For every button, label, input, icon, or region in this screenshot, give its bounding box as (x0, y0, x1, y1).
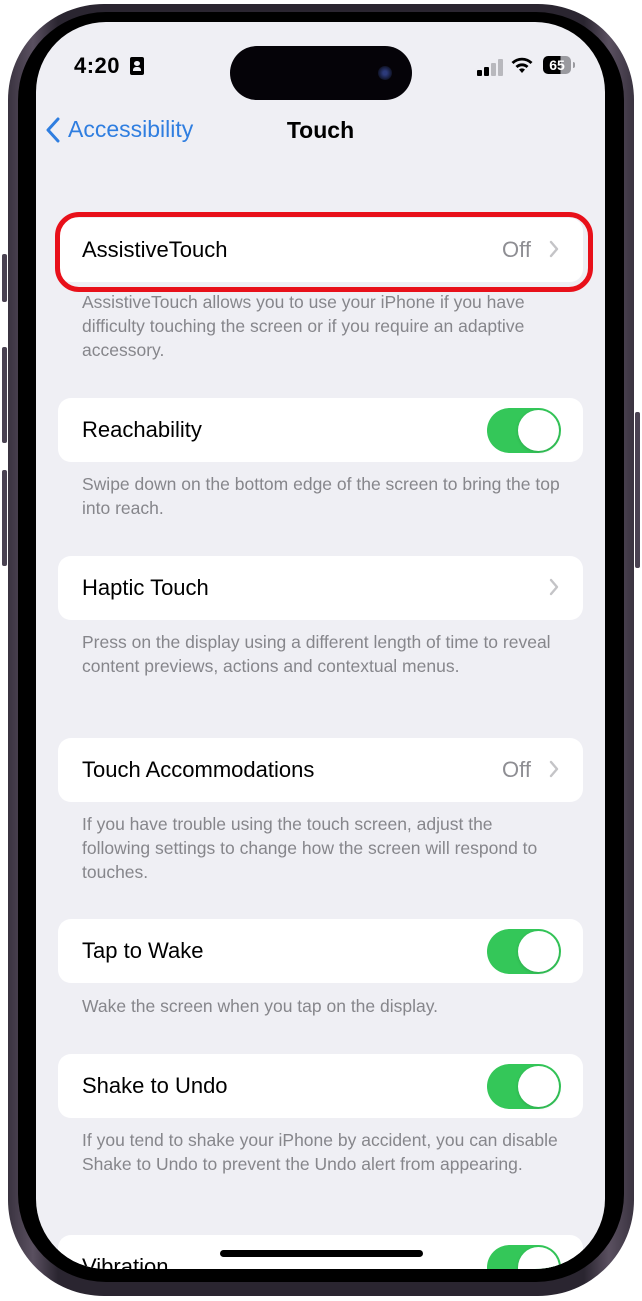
volume-down-button (2, 470, 7, 566)
battery-icon: 65 (543, 56, 571, 74)
touch-accommodations-row[interactable]: Touch Accommodations Off (58, 738, 583, 802)
chevron-right-icon (549, 240, 559, 258)
toggle-knob (518, 1246, 559, 1269)
tap-to-wake-row: Tap to Wake (58, 919, 583, 983)
vibration-toggle[interactable] (487, 1244, 561, 1269)
row-description: Swipe down on the bottom edge of the scr… (82, 474, 560, 518)
toggle-knob (518, 1065, 559, 1107)
row-description: If you tend to shake your iPhone by acci… (82, 1130, 558, 1174)
row-label: Shake to Undo (82, 1073, 228, 1098)
action-button (2, 254, 7, 302)
tap-to-wake-toggle[interactable] (487, 928, 561, 974)
row-label: Vibration (82, 1254, 169, 1269)
row-label: Touch Accommodations (82, 757, 315, 782)
row-label: Tap to Wake (82, 938, 204, 963)
row-description: Wake the screen when you tap on the disp… (82, 996, 439, 1016)
camera-icon (378, 66, 392, 80)
chevron-right-icon (549, 760, 559, 778)
shake-to-undo-toggle[interactable] (487, 1063, 561, 1109)
row-description: If you have trouble using the touch scre… (82, 814, 538, 882)
row-label: Haptic Touch (82, 575, 209, 600)
row-description: Press on the display using a different l… (82, 632, 551, 676)
status-time: 4:20 (74, 53, 121, 78)
power-button (635, 412, 640, 568)
row-description: AssistiveTouch allows you to use your iP… (82, 292, 525, 360)
toggle-knob (518, 409, 559, 451)
volume-up-button (2, 347, 7, 443)
home-indicator[interactable] (220, 1250, 423, 1257)
shake-to-undo-row: Shake to Undo (58, 1054, 583, 1118)
dynamic-island (230, 46, 412, 100)
page-title: Touch (286, 117, 355, 143)
reachability-toggle[interactable] (487, 407, 561, 453)
id-card-icon (130, 57, 144, 75)
row-value: Off (502, 757, 531, 782)
wifi-icon (511, 57, 533, 73)
row-label: AssistiveTouch (82, 237, 228, 262)
haptic-touch-row[interactable]: Haptic Touch (58, 556, 583, 620)
assistivetouch-row[interactable]: AssistiveTouch Off (58, 218, 583, 282)
toggle-knob (518, 930, 559, 972)
chevron-right-icon (549, 578, 559, 596)
screen: 4:20 65 Accessibility Touch AssistiveTou… (36, 22, 605, 1269)
reachability-row: Reachability (58, 398, 583, 462)
row-value: Off (502, 237, 531, 262)
signal-icon (477, 58, 507, 76)
row-label: Reachability (82, 417, 202, 442)
battery-tip (573, 62, 575, 68)
